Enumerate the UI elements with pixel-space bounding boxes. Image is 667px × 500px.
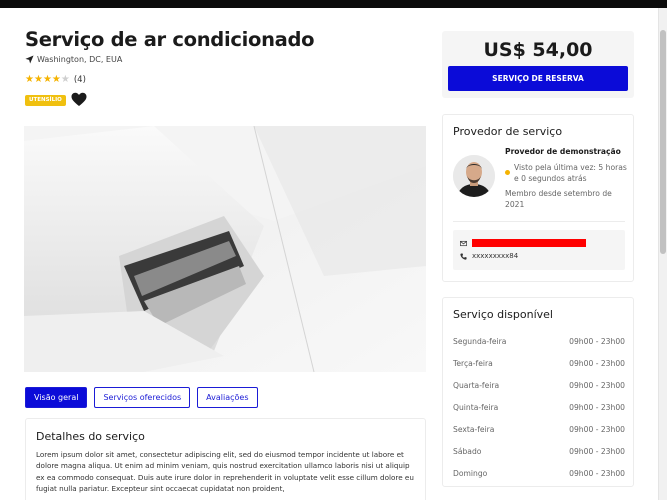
review-count: (4): [73, 75, 86, 85]
schedule-hours: 09h00 - 23h00: [569, 402, 625, 412]
scrollbar[interactable]: [658, 8, 667, 500]
scrollbar-thumb[interactable]: [660, 30, 666, 254]
phone-row[interactable]: xxxxxxxxx84: [460, 252, 518, 260]
provider-card: Provedor de serviço Provedor de demonstr…: [442, 114, 634, 282]
email-row[interactable]: [460, 239, 586, 247]
schedule-row: Quinta-feira 09h00 - 23h00: [453, 396, 625, 418]
provider-avatar: [453, 155, 495, 197]
star-empty-icon: ★: [60, 74, 70, 85]
schedule-row: Segunda-feira 09h00 - 23h00: [453, 330, 625, 352]
schedule-hours: 09h00 - 23h00: [569, 424, 625, 434]
book-service-button[interactable]: SERVIÇO DE RESERVA: [448, 66, 628, 91]
booking-card: US$ 54,00 SERVIÇO DE RESERVA: [442, 31, 634, 98]
top-bar: [0, 0, 667, 8]
schedule-hours: 09h00 - 23h00: [569, 358, 625, 368]
service-details-card: Detalhes do serviço Lorem ipsum dolor si…: [25, 418, 426, 500]
tab-overview[interactable]: Visão geral: [25, 387, 88, 408]
divider: [453, 221, 625, 222]
schedule-row: Terça-feira 09h00 - 23h00: [453, 352, 625, 374]
tab-reviews[interactable]: Avaliações: [197, 387, 258, 408]
schedule-row: Sexta-feira 09h00 - 23h00: [453, 418, 625, 440]
rating: ★ ★ ★ ★ ★ (4): [25, 74, 86, 86]
mail-icon: [460, 240, 467, 246]
provider-section-title: Provedor de serviço: [453, 125, 563, 138]
phone-icon: [460, 252, 467, 260]
schedule-hours: 09h00 - 23h00: [569, 446, 625, 456]
schedule-day: Domingo: [453, 468, 488, 478]
last-seen-text: Visto pela última vez: 5 horas e 0 segun…: [514, 163, 627, 183]
schedule-hours: 09h00 - 23h00: [569, 468, 625, 478]
location-text: Washington, DC, EUA: [37, 55, 123, 64]
details-body: Lorem ipsum dolor sit amet, consectetur …: [36, 450, 414, 493]
online-status-dot: [505, 170, 510, 175]
availability-card: Serviço disponível Segunda-feira 09h00 - …: [442, 297, 634, 487]
phone-number: xxxxxxxxx84: [472, 252, 519, 260]
schedule-hours: 09h00 - 23h00: [569, 336, 625, 346]
tab-bar: Visão geral Serviços oferecidos Avaliaçõ…: [25, 387, 258, 408]
schedule-day: Quinta-feira: [453, 402, 499, 412]
heart-icon[interactable]: [71, 92, 87, 107]
schedule-day: Terça-feira: [453, 358, 493, 368]
schedule-day: Sábado: [453, 446, 482, 456]
tab-services-offered[interactable]: Serviços oferecidos: [94, 387, 191, 408]
category-badge: UTENSÍLIO: [25, 95, 66, 106]
star-icon: ★: [25, 74, 34, 85]
schedule-row: Quarta-feira 09h00 - 23h00: [453, 374, 625, 396]
availability-section-title: Serviço disponível: [453, 308, 553, 321]
page-title: Serviço de ar condicionado: [25, 28, 315, 51]
member-since: Membro desde setembro de 2021: [505, 189, 612, 209]
provider-contact: xxxxxxxxx84: [453, 230, 625, 270]
schedule-day: Segunda-feira: [453, 336, 507, 346]
schedule-hours: 09h00 - 23h00: [569, 380, 625, 390]
details-heading: Detalhes do serviço: [36, 430, 145, 443]
star-icon: ★: [33, 74, 43, 85]
provider-name: Provedor de demonstração: [505, 147, 621, 156]
star-icon: ★: [42, 74, 52, 85]
schedule-day: Sexta-feira: [453, 424, 495, 434]
email-redacted: [472, 239, 586, 247]
location-arrow-icon: [25, 55, 34, 64]
price: US$ 54,00: [483, 39, 593, 61]
schedule-day: Quarta-feira: [453, 380, 500, 390]
service-image: [24, 126, 426, 372]
availability-schedule: Segunda-feira 09h00 - 23h00 Terça-feira 09…: [453, 330, 625, 484]
schedule-row: Domingo 09h00 - 23h00: [453, 462, 625, 484]
star-icon: ★: [51, 74, 61, 85]
location: Washington, DC, EUA: [25, 55, 122, 64]
schedule-row: Sábado 09h00 - 23h00: [453, 440, 625, 462]
provider-last-seen: Visto pela última vez: 5 horas e 0 segun…: [505, 162, 627, 184]
